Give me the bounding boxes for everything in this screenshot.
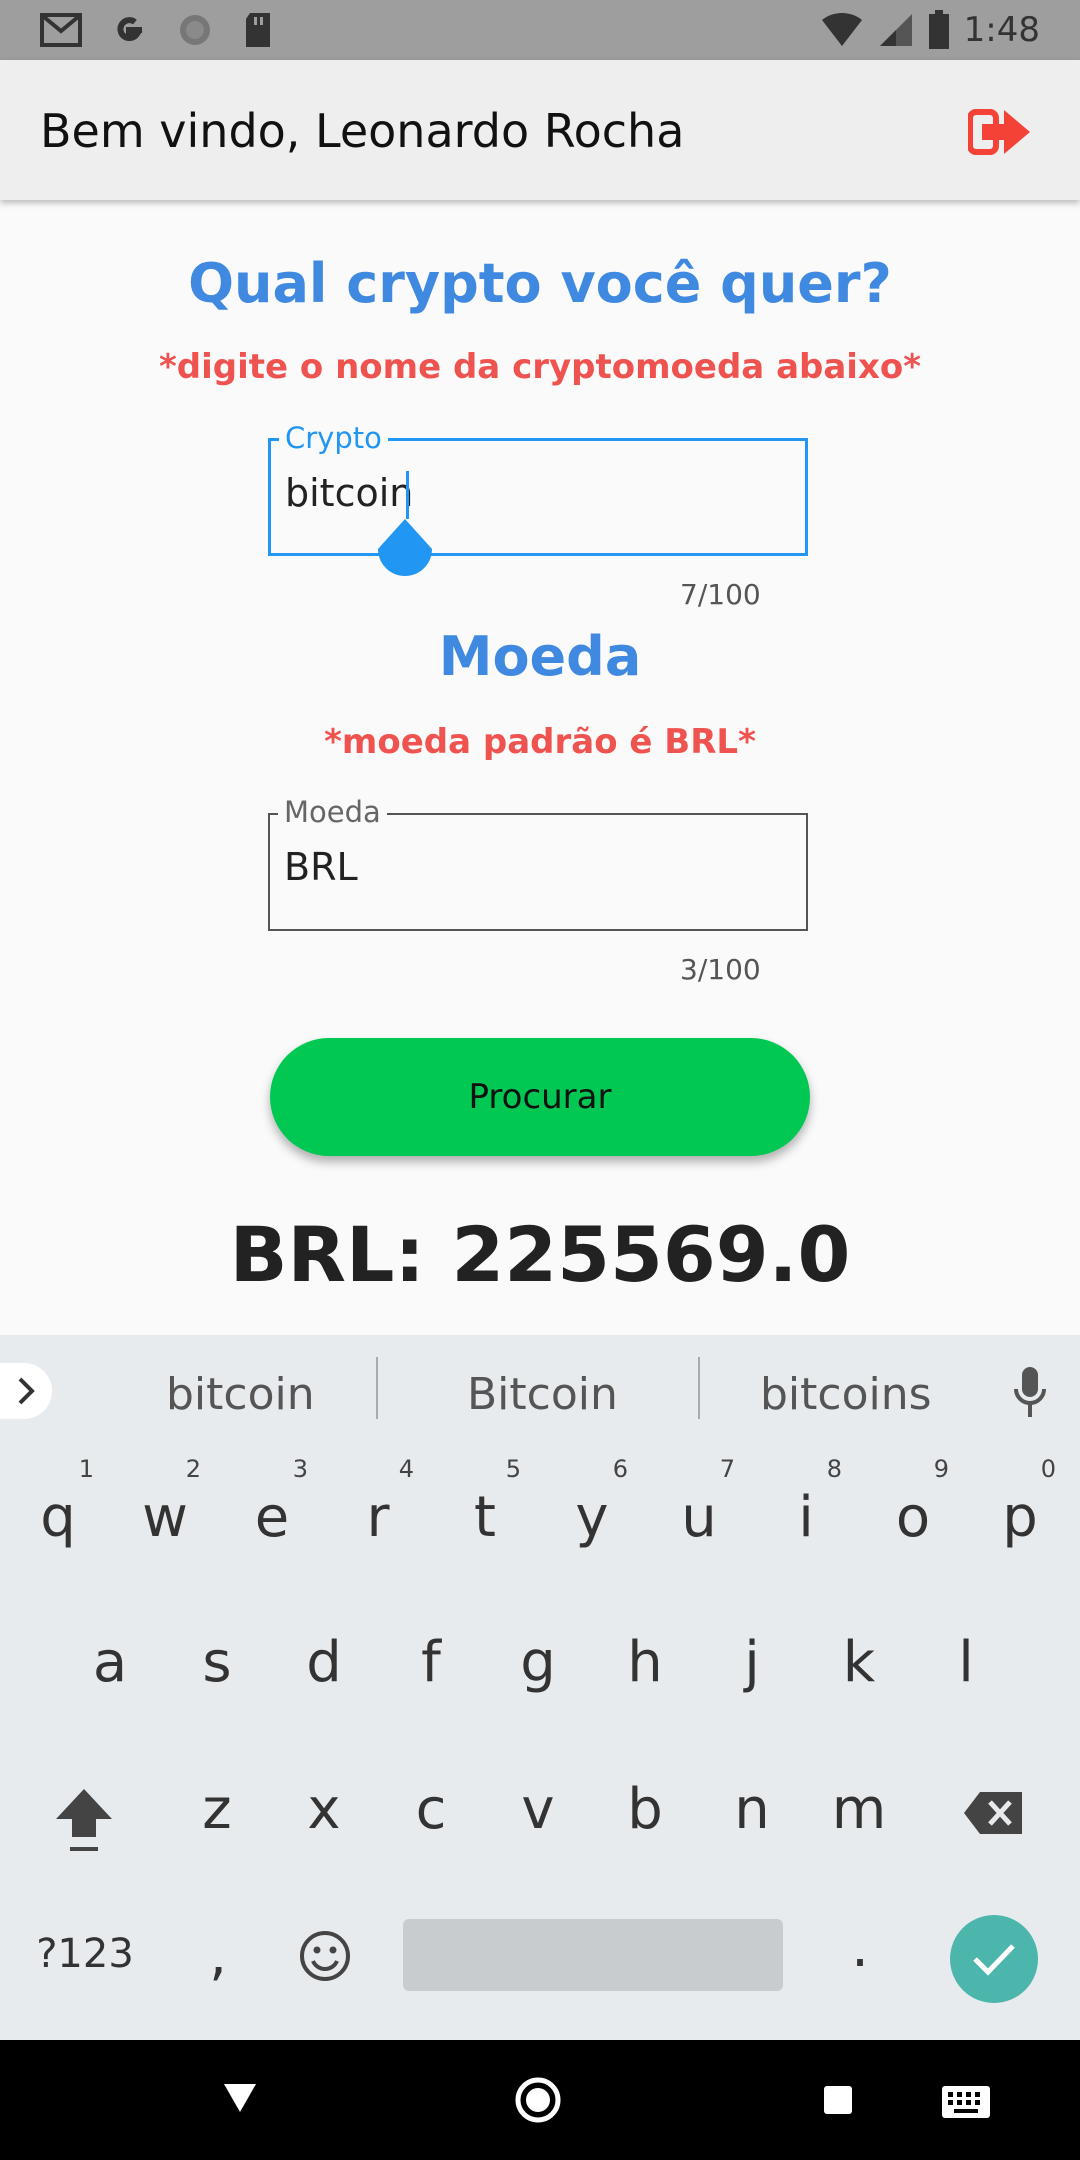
status-bar: 1:48 xyxy=(0,0,1080,60)
navigation-bar xyxy=(0,2040,1080,2160)
key-e[interactable]: e3 xyxy=(232,1455,312,1550)
battery-icon xyxy=(928,10,949,49)
check-icon xyxy=(973,1944,1015,1976)
key-label: i xyxy=(798,1485,814,1550)
price-result: BRL: 225569.0 xyxy=(229,1210,851,1299)
key-label: w xyxy=(142,1485,188,1550)
suggestion-2[interactable]: Bitcoin xyxy=(467,1369,618,1420)
key-hint: 4 xyxy=(398,1455,414,1483)
key-z[interactable]: z xyxy=(177,1777,257,1842)
key-g[interactable]: g xyxy=(498,1630,578,1695)
crypto-input-label: Crypto xyxy=(279,421,388,455)
key-f[interactable]: f xyxy=(391,1630,471,1695)
key-label: y xyxy=(575,1485,609,1550)
crypto-char-counter: 7/100 xyxy=(680,578,761,611)
chevron-right-icon xyxy=(18,1377,35,1405)
crypto-heading: Qual crypto você quer? xyxy=(188,252,892,315)
key-hint: 3 xyxy=(292,1455,308,1483)
backspace-icon[interactable] xyxy=(962,1790,1024,1836)
crypto-input-value[interactable]: bitcoin xyxy=(285,471,413,515)
app-bar: Bem vindo, Leonardo Rocha xyxy=(0,60,1080,200)
crypto-input[interactable]: Crypto bitcoin xyxy=(268,421,808,576)
keyboard-suggestion-bar: bitcoin Bitcoin bitcoins xyxy=(0,1335,1080,1445)
currency-char-counter: 3/100 xyxy=(680,953,761,986)
wifi-icon xyxy=(821,12,862,47)
sync-icon xyxy=(180,15,210,45)
key-i[interactable]: i8 xyxy=(766,1455,846,1550)
home-icon[interactable] xyxy=(514,2076,562,2124)
search-button[interactable]: Procurar xyxy=(270,1038,810,1156)
key-hint: 0 xyxy=(1040,1455,1056,1483)
back-icon[interactable] xyxy=(222,2082,258,2114)
welcome-title: Bem vindo, Leonardo Rocha xyxy=(40,104,685,158)
key-r[interactable]: r4 xyxy=(338,1455,418,1550)
clock: 1:48 xyxy=(963,10,1040,50)
suggestion-3[interactable]: bitcoins xyxy=(760,1369,932,1420)
space-key[interactable] xyxy=(403,1919,783,1991)
microphone-icon[interactable] xyxy=(1012,1365,1048,1421)
currency-input-value[interactable]: BRL xyxy=(284,845,358,889)
key-q[interactable]: q1 xyxy=(18,1455,98,1550)
key-x[interactable]: x xyxy=(284,1777,364,1842)
suggestion-divider xyxy=(376,1357,378,1419)
key-n[interactable]: n xyxy=(712,1777,792,1842)
key-w[interactable]: w2 xyxy=(125,1455,205,1550)
sd-card-icon xyxy=(246,13,270,47)
text-caret xyxy=(406,471,409,519)
key-hint: 1 xyxy=(78,1455,94,1483)
enter-key[interactable] xyxy=(950,1915,1038,2003)
comma-key[interactable]: , xyxy=(178,1923,258,1988)
recents-icon[interactable] xyxy=(822,2084,854,2116)
key-hint: 8 xyxy=(826,1455,842,1483)
cursor-handle-icon[interactable] xyxy=(376,519,434,579)
google-icon xyxy=(117,17,143,42)
currency-input-label: Moeda xyxy=(278,795,387,829)
key-label: u xyxy=(681,1485,717,1550)
key-o[interactable]: o9 xyxy=(873,1455,953,1550)
key-l[interactable]: l xyxy=(926,1630,1006,1695)
symbols-key[interactable]: ?123 xyxy=(30,1931,140,1977)
key-k[interactable]: k xyxy=(819,1630,899,1695)
key-p[interactable]: p0 xyxy=(980,1455,1060,1550)
currency-input[interactable]: Moeda BRL xyxy=(268,795,808,931)
suggestion-divider xyxy=(698,1357,700,1419)
key-a[interactable]: a xyxy=(70,1630,150,1695)
key-h[interactable]: h xyxy=(605,1630,685,1695)
key-label: r xyxy=(366,1485,390,1550)
key-hint: 7 xyxy=(719,1455,735,1483)
crypto-hint: *digite o nome da cryptomoeda abaixo* xyxy=(158,347,922,387)
cell-signal-icon xyxy=(879,14,912,46)
key-label: e xyxy=(254,1485,290,1550)
key-s[interactable]: s xyxy=(177,1630,257,1695)
key-j[interactable]: j xyxy=(712,1630,792,1695)
logout-icon[interactable] xyxy=(968,104,1032,160)
expand-toolbar-button[interactable] xyxy=(0,1363,52,1419)
emoji-icon[interactable] xyxy=(298,1929,352,1983)
key-label: q xyxy=(40,1485,76,1550)
keyboard-switch-icon[interactable] xyxy=(940,2084,992,2120)
currency-hint: *moeda padrão é BRL* xyxy=(324,722,756,762)
key-label: p xyxy=(1002,1485,1038,1550)
key-hint: 6 xyxy=(612,1455,628,1483)
key-c[interactable]: c xyxy=(391,1777,471,1842)
currency-heading: Moeda xyxy=(438,625,642,688)
gmail-icon xyxy=(40,13,82,47)
shift-icon[interactable] xyxy=(52,1785,116,1855)
key-b[interactable]: b xyxy=(605,1777,685,1842)
key-t[interactable]: t5 xyxy=(445,1455,525,1550)
key-m[interactable]: m xyxy=(819,1777,899,1842)
period-key[interactable]: . xyxy=(820,1915,900,1980)
key-label: t xyxy=(474,1485,496,1550)
key-hint: 9 xyxy=(933,1455,949,1483)
key-hint: 5 xyxy=(505,1455,521,1483)
key-d[interactable]: d xyxy=(284,1630,364,1695)
key-hint: 2 xyxy=(185,1455,201,1483)
key-label: o xyxy=(895,1485,931,1550)
key-v[interactable]: v xyxy=(498,1777,578,1842)
keyboard: q1 w2 e3 r4 t5 y6 u7 i8 o9 p0 a s d f g … xyxy=(0,1445,1080,2040)
key-u[interactable]: u7 xyxy=(659,1455,739,1550)
key-y[interactable]: y6 xyxy=(552,1455,632,1550)
suggestion-1[interactable]: bitcoin xyxy=(166,1369,315,1420)
